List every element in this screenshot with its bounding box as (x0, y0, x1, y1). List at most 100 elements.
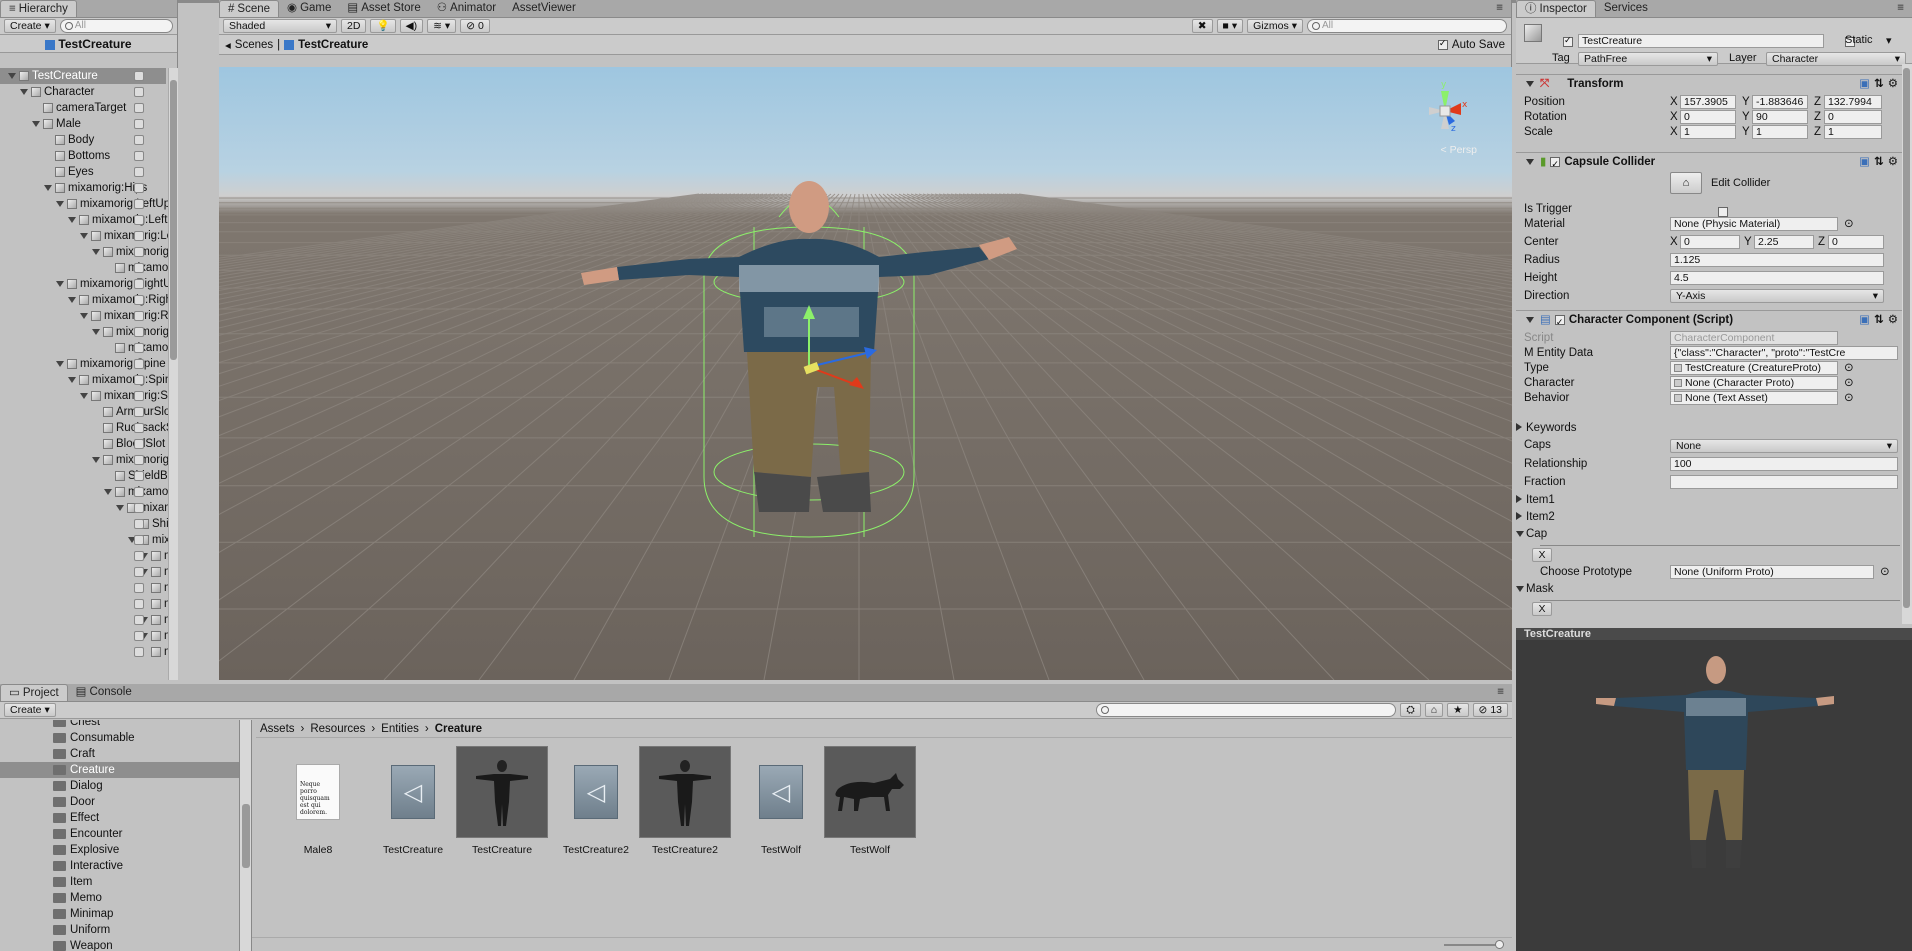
character-field-value[interactable]: None (Text Asset) (1670, 391, 1838, 405)
hidden-count[interactable]: ⊘ 13 (1472, 703, 1508, 717)
prefab-override-icon[interactable] (134, 375, 144, 385)
prefab-override-icon[interactable] (134, 119, 144, 129)
hierarchy-item[interactable]: mixamorig:LeftArm (0, 484, 170, 500)
scale-z-field[interactable]: 1 (1824, 125, 1882, 139)
hierarchy-item[interactable]: mixamorig:RightFoot (0, 308, 170, 324)
tab-services[interactable]: Services (1596, 0, 1656, 17)
orientation-gizmo[interactable]: y x z < Persp (1415, 73, 1477, 156)
expand-arrow-icon[interactable] (56, 280, 64, 287)
hierarchy-item[interactable]: mixamorig:LeftHand (0, 532, 170, 548)
center-y-field[interactable]: 2.25 (1754, 235, 1814, 249)
expand-arrow-icon[interactable] (80, 392, 88, 399)
direction-dropdown[interactable]: Y-Axis ▾ (1670, 289, 1884, 303)
expand-arrow-icon[interactable] (92, 248, 100, 255)
expand-arrow-icon[interactable] (8, 72, 16, 79)
active-checkbox[interactable] (1563, 35, 1573, 48)
folder-item[interactable]: Explosive (0, 842, 239, 858)
radius-field[interactable]: 1.125 (1670, 253, 1884, 267)
object-name-input[interactable]: TestCreature (1578, 34, 1824, 48)
expand-arrow-icon[interactable] (68, 296, 76, 303)
character-field-value[interactable]: {"class":"Character", "proto":"TestCre (1670, 346, 1898, 360)
character-model[interactable] (219, 67, 1512, 680)
inspector-scrollbar[interactable] (1902, 64, 1912, 624)
folder-item[interactable]: Chest (0, 720, 239, 730)
prefab-override-icon[interactable] (134, 647, 144, 657)
hierarchy-item[interactable]: mixamorig:RightToeBase (0, 324, 170, 340)
asset-item[interactable]: TestWolf (822, 746, 918, 856)
prefab-override-icon[interactable] (134, 295, 144, 305)
item2-row[interactable]: Item2 (1516, 509, 1896, 526)
mask-clear-button[interactable]: X (1532, 602, 1552, 616)
scale-y-field[interactable]: 1 (1752, 125, 1808, 139)
capsule-enabled-checkbox[interactable] (1550, 155, 1561, 173)
hierarchy-create-button[interactable]: Create ▾ (4, 19, 56, 33)
prefab-override-icon[interactable] (134, 487, 144, 497)
breadcrumb-creature[interactable]: Creature (435, 723, 482, 735)
preset-icon[interactable]: ⇅ (1874, 75, 1884, 93)
expand-arrow-icon[interactable] (56, 200, 64, 207)
expand-arrow-icon[interactable] (104, 488, 112, 495)
prefab-override-icon[interactable] (134, 407, 144, 417)
breadcrumb-scenes[interactable]: Scenes (235, 39, 273, 51)
hierarchy-item[interactable]: ShieldBack (0, 468, 170, 484)
hierarchy-item[interactable]: ArmourSlot (0, 404, 170, 420)
choose-prototype-field[interactable]: None (Uniform Proto) (1670, 565, 1874, 579)
hierarchy-item[interactable]: mixamorig:LeftForeArm (0, 500, 170, 516)
item1-row[interactable]: Item1 (1516, 492, 1896, 509)
folder-scrollbar[interactable] (240, 720, 252, 951)
folder-item[interactable]: Encounter (0, 826, 239, 842)
prefab-override-icon[interactable] (134, 263, 144, 273)
folder-item[interactable]: Uniform (0, 922, 239, 938)
tools-icon[interactable]: ✖ (1191, 19, 1213, 33)
scrollbar-thumb[interactable] (242, 804, 250, 868)
character-enabled-checkbox[interactable] (1554, 313, 1565, 331)
gear-icon[interactable]: ⚙ (1888, 75, 1898, 93)
favorite-icon[interactable]: ★ (1447, 703, 1469, 717)
shading-dropdown[interactable]: Shaded ▾ (223, 19, 337, 33)
breadcrumb-assets[interactable]: Assets (260, 723, 295, 735)
effects-dropdown[interactable]: ≋ ▾ (427, 19, 457, 33)
hierarchy-item[interactable]: Eyes (0, 164, 166, 180)
gear-icon[interactable]: ⚙ (1888, 311, 1898, 329)
prefab-override-icon[interactable] (134, 231, 144, 241)
prefab-override-icon[interactable] (134, 71, 144, 81)
panel-menu-icon[interactable]: ≡ (1489, 684, 1512, 701)
tab-animator[interactable]: ⚇ Animator (429, 0, 504, 17)
object-picker-icon[interactable]: ⊙ (1880, 564, 1890, 581)
prefab-override-icon[interactable] (134, 503, 144, 513)
expand-arrow-icon[interactable] (68, 376, 76, 383)
hierarchy-item[interactable]: TestCreature (0, 68, 166, 84)
capsule-collider-header[interactable]: ▮ Capsule Collider ▣⇅⚙ (1516, 152, 1902, 173)
character-field-value[interactable]: TestCreature (CreatureProto) (1670, 361, 1838, 375)
edit-collider-button[interactable]: ⌂ (1670, 172, 1702, 194)
expand-arrow-icon[interactable] (56, 360, 64, 367)
hierarchy-item[interactable]: mixamorig:Hips (0, 180, 166, 196)
hierarchy-item[interactable]: Bottoms (0, 148, 166, 164)
prefab-override-icon[interactable] (134, 135, 144, 145)
hierarchy-item[interactable]: Male (0, 116, 166, 132)
expand-arrow-icon[interactable] (80, 312, 88, 319)
hierarchy-item[interactable]: mixamorig:LeftFoot (0, 228, 170, 244)
hierarchy-search-input[interactable]: All (59, 19, 173, 33)
transform-header[interactable]: ⤧ Transform ▣ ⇅ ⚙ (1516, 74, 1902, 92)
prefab-override-icon[interactable] (134, 583, 144, 593)
prefab-override-icon[interactable] (134, 631, 144, 641)
tab-asset-store[interactable]: ▤ Asset Store (339, 0, 428, 17)
prefab-override-icon[interactable] (134, 567, 144, 577)
relationship-field[interactable]: 100 (1670, 457, 1898, 471)
hierarchy-item[interactable]: mixamorig:LeftUpLeg (0, 196, 170, 212)
preset-icon[interactable]: ⇅ (1874, 153, 1884, 171)
folder-item[interactable]: Craft (0, 746, 239, 762)
hierarchy-item[interactable]: mixamorig:LeftHandIndex1 (0, 548, 170, 564)
search-by-label-icon[interactable]: ⌂ (1424, 703, 1444, 717)
prefab-override-icon[interactable] (134, 311, 144, 321)
prefab-override-icon[interactable] (134, 215, 144, 225)
hierarchy-item[interactable]: mixamorig:LeftHandIndex2 (0, 564, 170, 580)
folder-item[interactable]: Interactive (0, 858, 239, 874)
preset-icon[interactable]: ⇅ (1874, 311, 1884, 329)
breadcrumb-resources[interactable]: Resources (310, 723, 365, 735)
asset-item[interactable]: ◁ TestCreature (365, 746, 461, 856)
hierarchy-item[interactable]: cameraTarget (0, 100, 166, 116)
folder-item[interactable]: Door (0, 794, 239, 810)
persp-label[interactable]: < Persp (1415, 144, 1477, 156)
